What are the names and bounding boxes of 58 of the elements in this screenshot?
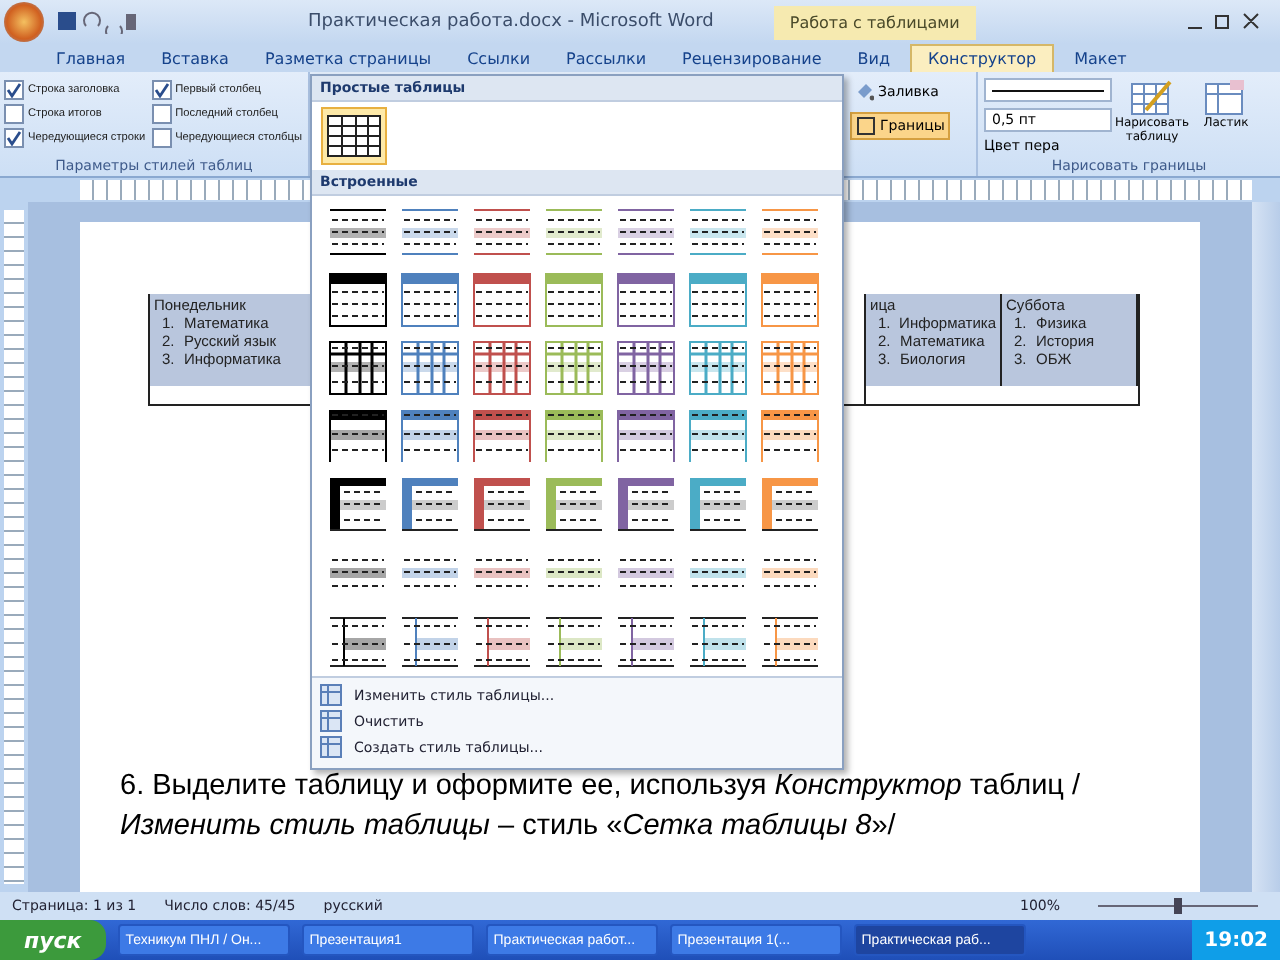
paint-bucket-icon [854,82,874,102]
checkmark-icon [6,82,22,98]
table-style-thumbnail[interactable] [612,338,680,398]
ribbon-tab[interactable]: Вставка [145,44,245,72]
table-style-thumbnail[interactable] [320,106,388,166]
table-style-thumbnail[interactable] [540,338,608,398]
eraser-table-icon [1204,78,1248,118]
ribbon-tab[interactable]: Рассылки [550,44,663,72]
clock: 19:02 [1192,920,1280,960]
table-style-thumbnail[interactable] [612,406,680,466]
ribbon-tab[interactable]: Ссылки [451,44,547,72]
ribbon-tab[interactable]: Рецензирование [666,44,838,72]
table-style-thumbnail[interactable] [396,270,464,330]
line-style-dropdown[interactable] [984,78,1112,102]
table-style-thumbnail[interactable] [396,474,464,534]
table-style-thumbnail[interactable] [396,338,464,398]
table-style-thumbnail[interactable] [324,474,392,534]
table-style-thumbnail[interactable] [468,474,536,534]
checkmark-icon [6,130,22,146]
quick-access-icons[interactable] [56,10,136,34]
ribbon-tab[interactable]: Разметка страницы [248,44,448,72]
vertical-scrollbar[interactable] [1252,202,1280,892]
context-tab-label: Работа с таблицами [773,5,976,39]
table-style-thumbnail[interactable] [756,270,824,330]
office-button[interactable] [4,2,44,42]
table-style-thumbnail[interactable] [684,270,752,330]
table-style-thumbnail[interactable] [324,270,392,330]
table-style-thumbnail[interactable] [468,270,536,330]
table-style-thumbnail[interactable] [612,270,680,330]
pencil-table-icon [1130,78,1174,118]
table-style-thumbnail[interactable] [468,338,536,398]
table-style-thumbnail[interactable] [756,338,824,398]
start-button[interactable]: пуск [0,920,106,960]
table-style-thumbnail[interactable] [684,474,752,534]
ribbon-tab[interactable]: Макет [1058,44,1143,72]
table-style-thumbnail[interactable] [540,406,608,466]
table-style-thumbnail[interactable] [684,338,752,398]
table-style-thumbnail[interactable] [396,406,464,466]
ribbon-tab[interactable]: Конструктор [909,44,1055,72]
ribbon-tab[interactable]: Вид [841,44,906,72]
table-icon [320,710,342,732]
window-title: Практическая работа.docx - Microsoft Word [308,12,714,32]
table-icon [320,736,342,758]
table-icon [320,684,342,706]
table-style-thumbnail[interactable] [540,474,608,534]
table-style-thumbnail[interactable] [684,406,752,466]
window-controls-icon[interactable] [1184,12,1264,32]
table-style-thumbnail[interactable] [324,338,392,398]
instruction-text: 6. Выделите таблицу и оформите ее, используя Конструктор таблиц /Изменить стиль таблицы – стиль «Сетка таблицы 8»/ [120,768,1083,847]
borders-icon [856,116,876,136]
table-style-thumbnail[interactable] [540,270,608,330]
table-style-thumbnail[interactable] [756,406,824,466]
table-style-thumbnail[interactable] [468,406,536,466]
table-style-thumbnail[interactable] [612,474,680,534]
ribbon-tab[interactable]: Главная [40,44,142,72]
checkmark-icon [153,82,170,98]
table-style-thumbnail[interactable] [324,406,392,466]
table-style-thumbnail[interactable] [756,474,824,534]
